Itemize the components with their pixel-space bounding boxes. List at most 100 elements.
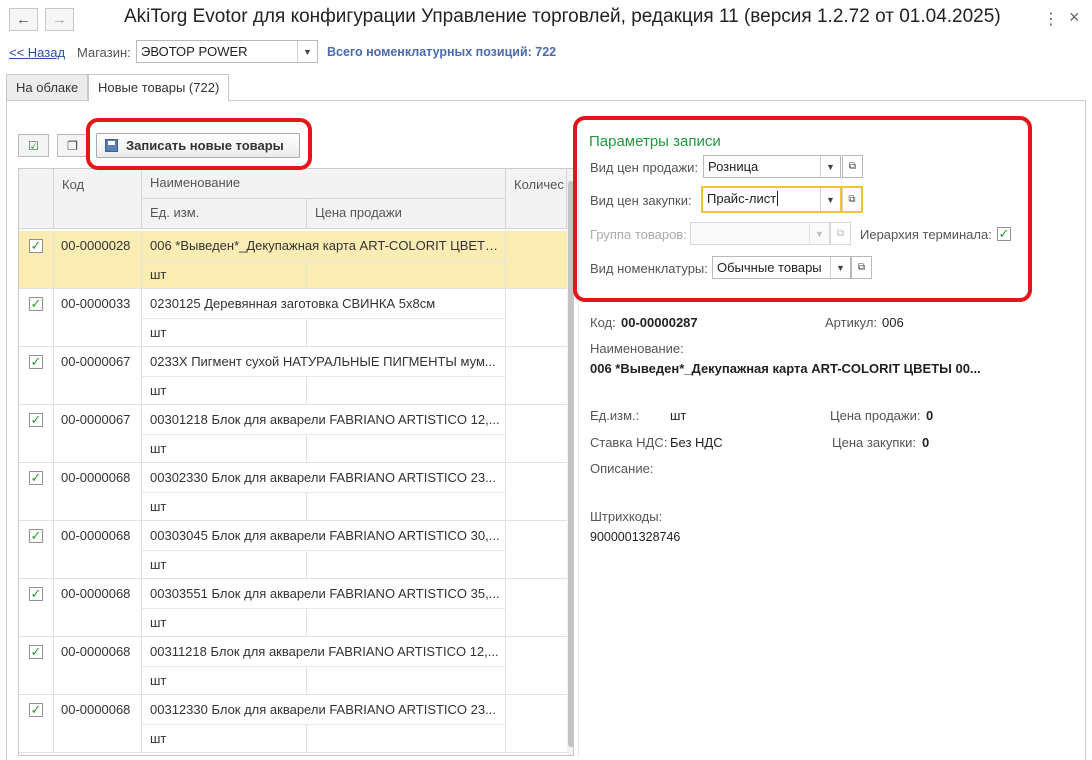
panel-divider	[578, 168, 579, 756]
detail-article-value: 006	[882, 315, 904, 330]
total-items-count: Всего номенклатурных позиций: 722	[327, 45, 557, 59]
detail-barcode-value: 9000001328746	[590, 530, 681, 544]
cell-divider	[53, 347, 54, 404]
terminal-hierarchy-checkbox[interactable]: ✓	[997, 227, 1011, 241]
more-menu-icon[interactable]: ⋮	[1043, 9, 1059, 29]
tab-cloud[interactable]: На облаке	[6, 74, 89, 101]
chevron-down-icon[interactable]: ▼	[820, 188, 840, 211]
row-unit: шт	[150, 499, 167, 514]
chevron-down-icon[interactable]: ▼	[297, 41, 317, 62]
scrollbar-thumb[interactable]	[568, 181, 573, 747]
cell-divider	[53, 579, 54, 636]
row-checkbox[interactable]: ✓	[29, 703, 43, 717]
cell-divider	[53, 637, 54, 694]
cell-divider	[306, 434, 307, 462]
table-row[interactable]: ✓ 00-0000068 00303045 Блок для акварели FA…	[19, 521, 567, 579]
row-name: 0230125 Деревянная заготовка СВИНКА 5х8с…	[150, 296, 436, 311]
row-code: 00-0000068	[61, 528, 131, 543]
vertical-scrollbar[interactable]	[567, 169, 573, 755]
row-name: 0233Х Пигмент сухой НАТУРАЛЬНЫЕ ПИГМЕНТЫ…	[150, 354, 496, 369]
cell-divider	[141, 434, 505, 435]
detail-purchase-price-value: 0	[922, 435, 930, 450]
table-row[interactable]: ✓ 00-0000033 0230125 Деревянная заготовка …	[19, 289, 567, 347]
cell-divider	[141, 260, 505, 261]
open-form-icon[interactable]: ⧉	[842, 186, 863, 213]
row-code: 00-0000068	[61, 644, 131, 659]
back-arrow-button[interactable]: ←	[9, 8, 38, 31]
cell-divider	[141, 376, 505, 377]
chevron-down-icon[interactable]: ▼	[830, 257, 850, 278]
row-name: 006 *Выведен*_Декупажная карта ART-COLOR…	[150, 238, 506, 253]
tab-new-goods[interactable]: Новые товары (722)	[88, 74, 230, 102]
cell-divider	[141, 318, 505, 319]
goods-group-select[interactable]: ▼	[690, 222, 830, 245]
table-row[interactable]: ✓ 00-0000068 00302330 Блок для акварели FA…	[19, 463, 567, 521]
header-code[interactable]: Код	[54, 169, 142, 229]
table-row[interactable]: ✓ 00-0000068 00303551 Блок для акварели FA…	[19, 579, 567, 637]
open-form-icon[interactable]: ⧉	[830, 222, 851, 245]
table-row[interactable]: ✓ 00-0000067 00301218 Блок для акварели FA…	[19, 405, 567, 463]
store-select[interactable]: ЭВОТОР POWER ▼	[136, 40, 318, 63]
back-link[interactable]: << Назад	[9, 45, 65, 60]
header-name[interactable]: Наименование	[142, 169, 506, 199]
row-unit: шт	[150, 615, 167, 630]
header-quantity[interactable]: Количес	[506, 169, 567, 229]
save-new-goods-button[interactable]: Записать новые товары	[96, 133, 300, 158]
nomenclature-type-label: Вид номенклатуры:	[590, 261, 708, 276]
cell-divider	[306, 318, 307, 346]
row-checkbox[interactable]: ✓	[29, 529, 43, 543]
detail-code-value: 00-00000287	[621, 315, 698, 330]
row-checkbox[interactable]: ✓	[29, 413, 43, 427]
row-code: 00-0000068	[61, 470, 131, 485]
uncheck-all-button[interactable]: ❐	[57, 134, 88, 157]
open-form-icon[interactable]: ⧉	[842, 155, 863, 178]
cell-divider	[53, 521, 54, 578]
terminal-hierarchy-label: Иерархия терминала:	[860, 227, 992, 242]
arrow-left-icon: ←	[16, 11, 31, 28]
store-label: Магазин:	[77, 45, 131, 60]
nomenclature-type-select[interactable]: Обычные товары ▼	[712, 256, 851, 279]
sale-price-type-select[interactable]: Розница ▼	[703, 155, 841, 178]
check-all-icon: ☑	[28, 138, 39, 153]
nomenclature-type-value: Обычные товары	[717, 260, 822, 275]
row-code: 00-0000068	[61, 586, 131, 601]
row-code: 00-0000028	[61, 238, 131, 253]
table-row[interactable]: ✓ 00-0000068 00312330 Блок для акварели FA…	[19, 695, 567, 753]
row-checkbox[interactable]: ✓	[29, 645, 43, 659]
table-row[interactable]: ✓ 00-0000068 00311218 Блок для акварели FA…	[19, 637, 567, 695]
store-value: ЭВОТОР POWER	[141, 44, 248, 59]
table-row[interactable]: ✓ 00-0000067 0233Х Пигмент сухой НАТУРАЛЬН…	[19, 347, 567, 405]
row-unit: шт	[150, 731, 167, 746]
row-checkbox[interactable]: ✓	[29, 471, 43, 485]
cell-divider	[306, 666, 307, 694]
text-cursor	[777, 191, 779, 206]
chevron-down-icon[interactable]: ▼	[820, 156, 840, 177]
detail-barcodes-label: Штрихкоды:	[590, 509, 663, 524]
arrow-right-icon: →	[52, 11, 67, 28]
window-title: AkiTorg Evotor для конфигурации Управлен…	[124, 6, 1001, 27]
row-checkbox[interactable]: ✓	[29, 355, 43, 369]
cell-divider	[306, 550, 307, 578]
detail-unit-label: Ед.изм.:	[590, 408, 640, 423]
detail-vat-value: Без НДС	[670, 435, 723, 450]
chevron-down-icon[interactable]: ▼	[809, 223, 829, 244]
row-checkbox[interactable]: ✓	[29, 239, 43, 253]
header-sale-price[interactable]: Цена продажи	[307, 199, 506, 229]
header-unit[interactable]: Ед. изм.	[142, 199, 307, 229]
purchase-price-type-value: Прайс-лист	[707, 191, 777, 206]
goods-group-label: Группа товаров:	[590, 227, 687, 242]
open-form-icon[interactable]: ⧉	[851, 256, 872, 279]
check-all-button[interactable]: ☑	[18, 134, 49, 157]
sale-price-type-value: Розница	[708, 159, 759, 174]
purchase-price-type-label: Вид цен закупки:	[590, 193, 692, 208]
forward-arrow-button[interactable]: →	[45, 8, 74, 31]
row-name: 00312330 Блок для акварели FABRIANO ARTI…	[150, 702, 496, 717]
row-checkbox[interactable]: ✓	[29, 587, 43, 601]
purchase-price-type-select[interactable]: Прайс-лист ▼	[701, 186, 842, 213]
cell-divider	[306, 608, 307, 636]
row-name: 00303551 Блок для акварели FABRIANO ARTI…	[150, 586, 500, 601]
table-row[interactable]: ✓ 00-0000028 006 *Выведен*_Декупажная карт…	[19, 231, 567, 289]
save-new-goods-label: Записать новые товары	[126, 138, 284, 153]
row-checkbox[interactable]: ✓	[29, 297, 43, 311]
close-icon[interactable]: ×	[1069, 7, 1080, 28]
